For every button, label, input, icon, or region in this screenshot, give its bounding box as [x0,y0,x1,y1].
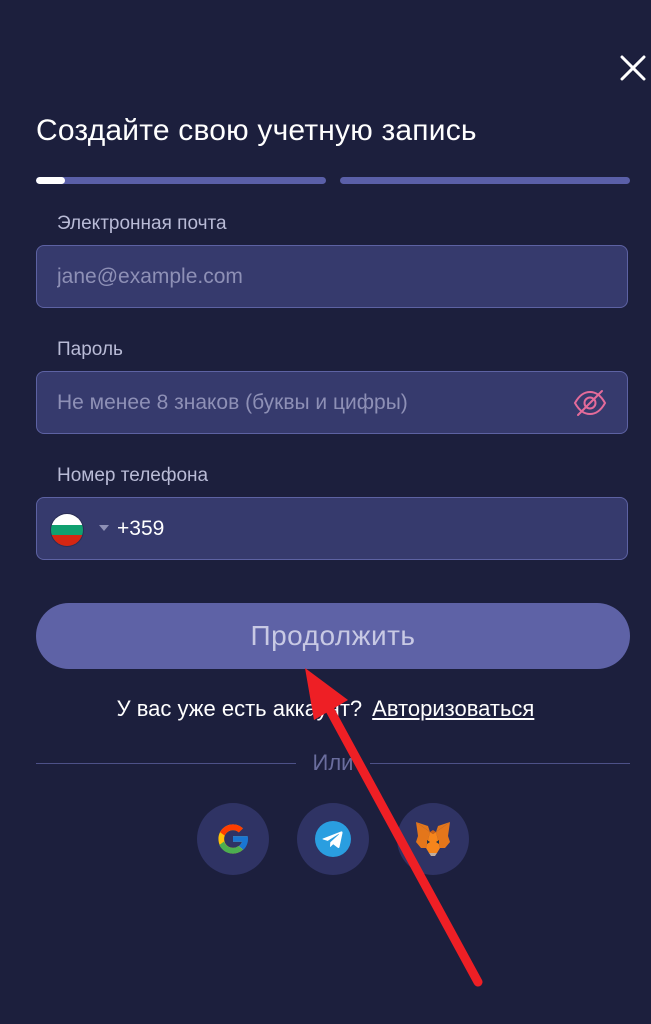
metamask-login-button[interactable] [397,803,469,875]
email-label: Электронная почта [57,213,227,234]
phone-label: Номер телефона [57,465,209,486]
continue-button[interactable]: Продолжить [36,603,630,669]
password-input[interactable] [57,372,577,433]
login-prompt: У вас уже есть аккаунт? Авторизоваться [0,696,651,722]
email-field-box [36,245,628,308]
step-progress-1 [36,177,326,184]
step-progress-1-fill [36,177,65,184]
divider-right [370,763,630,764]
divider-text: Или [312,750,354,775]
close-icon [620,55,646,81]
step-progress-2 [340,177,630,184]
password-label: Пароль [57,339,123,360]
phone-field-box [36,497,628,560]
telegram-login-button[interactable] [297,803,369,875]
eye-off-icon [573,390,607,416]
login-link[interactable]: Авторизоваться [372,696,534,721]
divider-left [36,763,296,764]
email-input[interactable] [57,246,577,307]
country-dropdown-caret-icon[interactable] [99,525,109,531]
page-title: Создайте свою учетную запись [36,114,477,147]
google-login-button[interactable] [197,803,269,875]
telegram-icon [315,821,351,857]
close-button[interactable] [617,52,649,84]
metamask-icon [416,822,450,856]
bulgaria-flag-icon[interactable] [50,513,84,547]
password-field-box [36,371,628,434]
phone-input[interactable] [117,498,597,559]
google-icon [218,824,249,854]
login-prompt-text: У вас уже есть аккаунт? [116,696,363,721]
toggle-password-visibility-button[interactable] [573,388,607,418]
